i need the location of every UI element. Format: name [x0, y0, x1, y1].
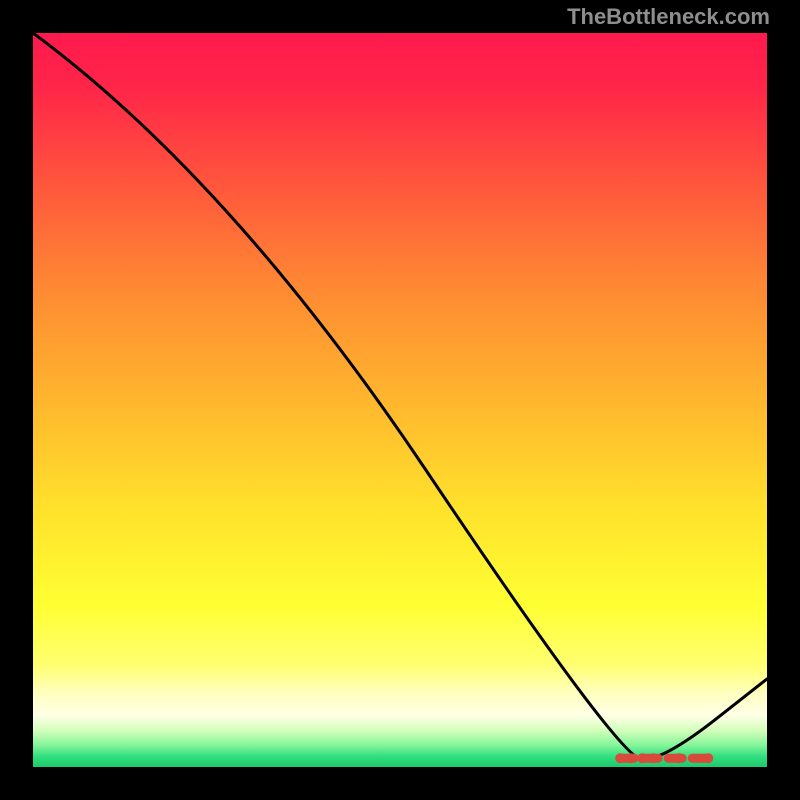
marker-dot — [703, 753, 713, 763]
marker-dot — [648, 753, 658, 763]
chart-svg — [33, 33, 767, 767]
attribution-text: TheBottleneck.com — [567, 4, 770, 30]
marker-dot — [626, 753, 636, 763]
chart-frame: TheBottleneck.com — [0, 0, 800, 800]
plot-area — [33, 33, 767, 767]
marker-dot — [615, 753, 625, 763]
marker-dot — [637, 753, 647, 763]
gradient-rect — [33, 33, 767, 767]
marker-dot — [674, 753, 684, 763]
